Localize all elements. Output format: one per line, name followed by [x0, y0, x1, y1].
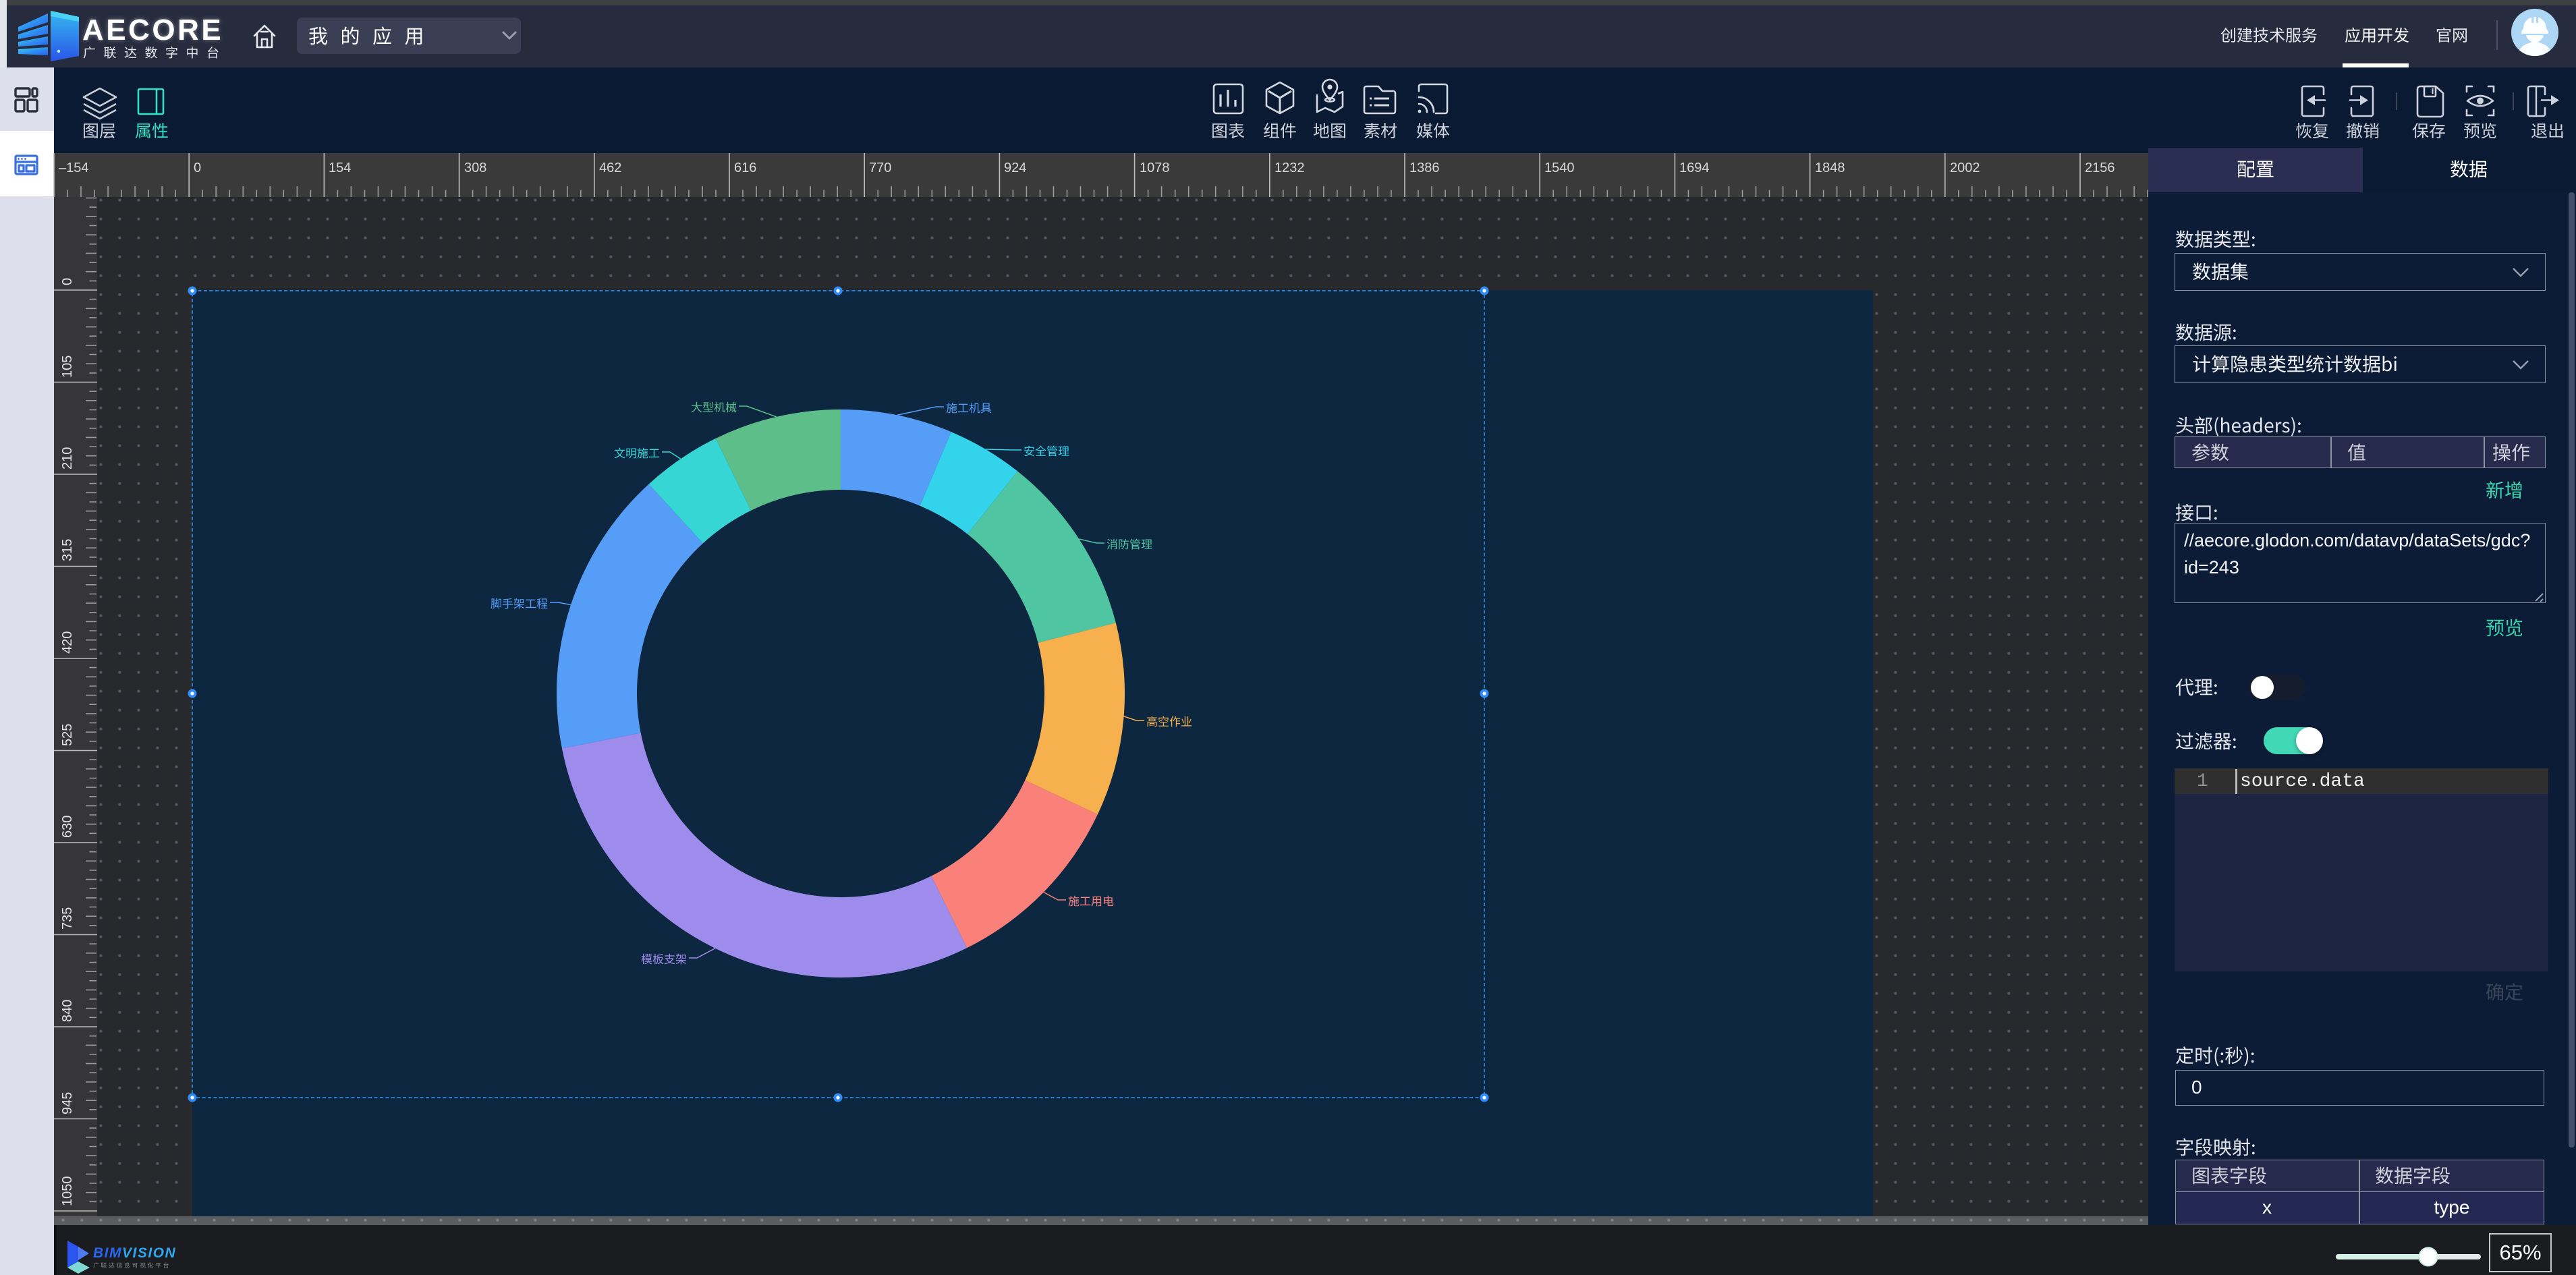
svg-text:1050: 1050 — [60, 1177, 75, 1207]
svg-text:840: 840 — [60, 1000, 75, 1022]
svg-text:420: 420 — [60, 631, 75, 654]
svg-text:315: 315 — [60, 539, 75, 561]
svg-text:630: 630 — [60, 816, 75, 838]
svg-text:525: 525 — [60, 724, 75, 746]
svg-text:0: 0 — [60, 278, 75, 285]
svg-text:945: 945 — [60, 1092, 75, 1114]
svg-text:210: 210 — [60, 447, 75, 470]
svg-text:735: 735 — [60, 907, 75, 930]
svg-text:105: 105 — [60, 356, 75, 378]
